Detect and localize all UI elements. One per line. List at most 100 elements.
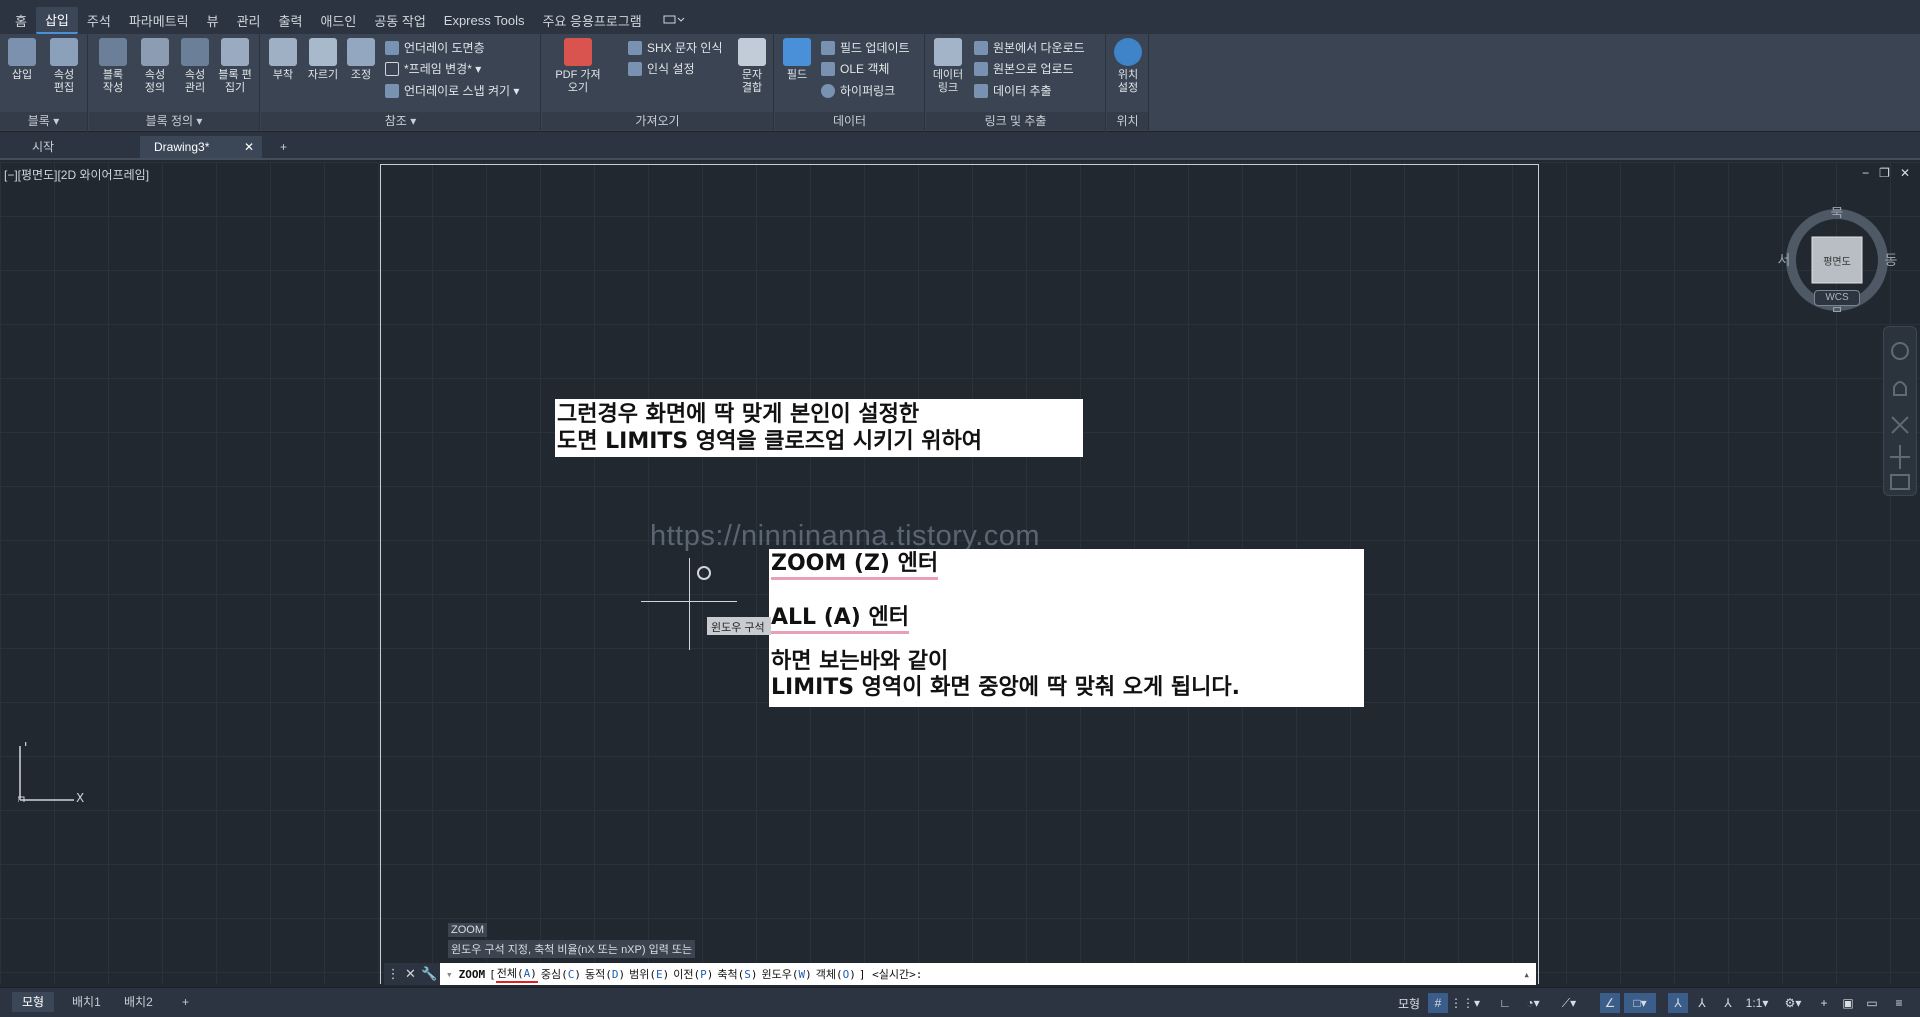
ribbon-display-dropdown[interactable] [661,13,687,27]
tab-express-tools[interactable]: Express Tools [435,10,534,31]
shx-text-recognition-button[interactable]: SHX 문자 인식 [628,39,723,56]
annotation-monitor-icon[interactable]: ⅄ [1718,993,1738,1013]
option-dynamic[interactable]: 동적(D) [584,966,626,982]
close-viewport-icon[interactable]: ✕ [1900,166,1910,180]
compass-north-label[interactable]: 북 [1831,207,1844,221]
option-window[interactable]: 윈도우(W) [761,966,813,982]
annotation-line: 도면 LIMITS 영역을 클로즈업 시키기 위하여 [557,429,983,454]
edit-attribute-button[interactable]: 속성 편집 [44,38,84,95]
restore-viewport-icon[interactable]: ❐ [1879,166,1890,180]
tab-addins[interactable]: 애드인 [311,8,365,33]
frames-vary-dropdown[interactable]: *프레임 변경* ▾ [385,60,481,77]
tab-featured-apps[interactable]: 주요 응용프로그램 [533,8,650,33]
data-link-button[interactable]: 데이터 링크 [928,38,968,95]
define-attribute-button[interactable]: 속성 정의 [135,38,175,95]
adjust-icon [347,38,375,66]
insert-button[interactable]: 삽입 [2,38,42,82]
combine-text-icon [738,38,766,66]
grip-icon[interactable]: ⋮ [387,966,400,982]
annotation-visibility-icon[interactable]: ⅄ [1668,993,1688,1013]
auto-scale-icon[interactable]: ⅄ [1692,993,1712,1013]
annotation-scale-dropdown[interactable]: 1:1 ▾ [1742,993,1772,1013]
option-all[interactable]: 전체(A) [495,965,538,983]
attach-icon [269,38,297,66]
snap-underlay-dropdown[interactable]: 언더레이로 스냅 켜기 ▾ [385,82,519,99]
upload-to-source-button[interactable]: 원본으로 업로드 [974,60,1074,77]
pdf-import-button[interactable]: PDF 가져오기 [552,38,604,95]
ortho-icon[interactable]: ∟ [1494,993,1516,1013]
close-tab-icon[interactable]: ✕ [244,136,254,158]
option-center[interactable]: 중심(C) [540,966,582,982]
tab-view[interactable]: 뷰 [198,8,228,33]
snap-mode-icon[interactable]: ⋮⋮▾ [1450,993,1480,1013]
customize-wrench-icon[interactable]: 🔧 [421,966,437,982]
tab-layout1[interactable]: 배치1 [62,992,111,1012]
clean-screen-icon[interactable]: ▭ [1862,993,1882,1013]
clip-button[interactable]: 자르기 [303,38,343,82]
download-icon [974,40,988,55]
wcs-menu[interactable]: WCS [1814,290,1860,306]
viewport-controls-label[interactable]: [−][평면도][2D 와이어프레임] [4,166,149,183]
command-line[interactable]: ▾ ZOOM [ 전체(A) 중심(C) 동적(D) 범위(E) 이전(P) 축… [440,963,1536,985]
object-snap-icon[interactable]: □▾ [1624,993,1656,1013]
underlay-layers-button[interactable]: 언더레이 도면층 [385,39,485,56]
manage-attributes-button[interactable]: 속성 관리 [175,38,215,95]
tab-output[interactable]: 출력 [270,8,312,33]
panel-title-reference[interactable]: 참조 ▾ [261,112,540,130]
tab-model[interactable]: 모형 [12,992,55,1012]
define-attribute-icon [141,38,169,66]
workspace-gear-icon[interactable]: ⚙▾ [1778,993,1808,1013]
new-tab-button[interactable]: + [272,136,295,158]
option-extents[interactable]: 범위(E) [628,966,670,982]
grid-icon[interactable]: # [1428,993,1448,1013]
combine-text-button[interactable]: 문자 결합 [732,38,772,95]
tab-home[interactable]: 홈 [6,8,36,33]
download-from-source-button[interactable]: 원본에서 다운로드 [974,39,1085,56]
minimize-viewport-icon[interactable]: − [1862,166,1869,180]
model-space-button[interactable]: 모형 [1394,993,1424,1013]
tab-layout2[interactable]: 배치2 [114,992,163,1012]
tab-insert[interactable]: 삽입 [35,6,78,34]
command-history-toggle-icon[interactable]: ▴ [1523,968,1536,981]
compass-east-label[interactable]: 동 [1885,253,1897,269]
recent-commands-icon[interactable]: ▾ [440,968,459,981]
adjust-button[interactable]: 조정 [341,38,381,82]
option-object[interactable]: 객체(O) [815,966,857,982]
set-location-button[interactable]: 위치 설정 [1108,38,1148,95]
drawing-canvas[interactable]: [−][평면도][2D 와이어프레임] − ❐ ✕ 그런경우 화면에 딱 맞게 … [0,162,1920,984]
isolate-objects-icon[interactable]: ▣ [1838,993,1858,1013]
polar-tracking-icon[interactable]: ◔▾ [1518,993,1548,1013]
customization-menu-icon[interactable]: ≡ [1886,993,1912,1013]
option-previous[interactable]: 이전(P) [672,966,714,982]
option-scale[interactable]: 축척(S) [716,966,758,982]
tab-drawing3[interactable]: Drawing3* ✕ [140,136,262,158]
field-button[interactable]: 필드 [777,38,817,82]
extract-data-button[interactable]: 데이터 추출 [974,82,1052,99]
ole-object-button[interactable]: OLE 객체 [821,60,889,77]
add-layout-button[interactable]: + [172,992,199,1012]
recognition-settings-button[interactable]: 인식 설정 [628,60,695,77]
panel-title-block-definition[interactable]: 블록 정의 ▾ [89,112,259,130]
object-snap-tracking-icon[interactable]: ∠ [1600,993,1620,1013]
isodraft-icon[interactable]: ⟋▾ [1552,993,1586,1013]
tab-start[interactable]: 시작 [18,136,68,158]
annotation-line: LIMITS 영역이 화면 중앙에 딱 맞춰 오게 됩니다. [771,675,1240,700]
plus-icon[interactable]: + [1814,993,1834,1013]
tab-manage[interactable]: 관리 [228,8,270,33]
annotation-line: ALL (A) 엔터 [771,605,909,634]
panel-title-block[interactable]: 블록 ▾ [0,112,87,130]
close-command-line-icon[interactable]: ✕ [405,966,416,982]
tab-annotate[interactable]: 주석 [78,8,120,33]
compass-west-label[interactable]: 서 [1778,253,1791,269]
panel-title-data: 데이터 [775,112,924,130]
tab-collaborate[interactable]: 공동 작업 [365,8,434,33]
viewcube-face-label[interactable]: 평면도 [1823,256,1851,268]
attach-button[interactable]: 부착 [263,38,303,82]
navigation-bar[interactable] [1883,326,1917,496]
history-line: 윈도우 구석 지정, 축척 비율(nX 또는 nXP) 입력 또는 [448,940,696,958]
tab-parametric[interactable]: 파라메트릭 [120,8,198,33]
block-editor-button[interactable]: 블록 편집기 [215,38,255,95]
hyperlink-button[interactable]: 하이퍼링크 [821,82,895,99]
update-fields-button[interactable]: 필드 업데이트 [821,39,910,56]
create-block-button[interactable]: 블록 작성 [93,38,133,95]
